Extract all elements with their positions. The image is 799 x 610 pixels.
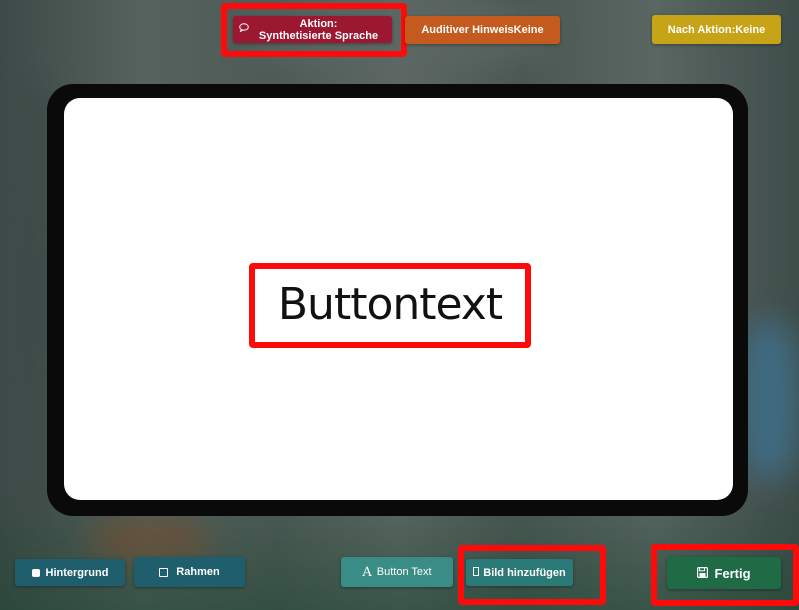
auditiver-hinweis-button[interactable]: Auditiver HinweisKeine <box>405 16 560 44</box>
auditiver-hinweis-label: Auditiver HinweisKeine <box>421 24 544 36</box>
hintergrund-label: Hintergrund <box>45 566 109 579</box>
filled-square-icon <box>31 568 40 577</box>
nach-aktion-label: Nach Aktion:Keine <box>667 23 766 36</box>
hintergrund-button[interactable]: Hintergrund <box>15 559 125 586</box>
highlight-box <box>651 544 799 606</box>
outline-square-icon <box>159 567 169 577</box>
button-text-button[interactable]: A Button Text <box>341 557 453 587</box>
nach-aktion-button[interactable]: Nach Aktion:Keine <box>652 15 781 44</box>
button-text-label: Button Text <box>376 566 432 578</box>
highlight-box <box>249 263 531 348</box>
background-blur <box>90 520 210 560</box>
highlight-box <box>221 3 407 57</box>
background-blur <box>739 320 799 480</box>
rahmen-button[interactable]: Rahmen <box>134 557 245 587</box>
rahmen-label: Rahmen <box>176 566 220 578</box>
font-letter-icon: A <box>362 564 372 580</box>
highlight-box <box>458 545 606 605</box>
